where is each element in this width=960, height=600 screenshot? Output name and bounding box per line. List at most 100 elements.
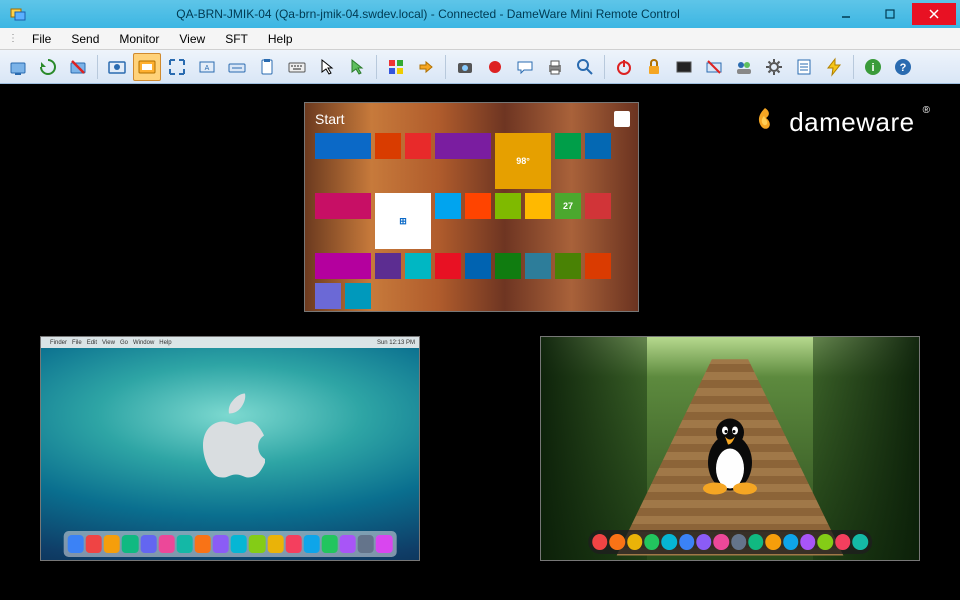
start-tile: ⊞	[375, 193, 431, 249]
dock-item-icon	[140, 535, 156, 553]
start-tile	[315, 193, 371, 219]
menu-monitor[interactable]: Monitor	[111, 30, 167, 48]
toolbar-separator	[445, 55, 446, 79]
start-tile	[435, 133, 491, 159]
toolbar-chat-button[interactable]	[511, 53, 539, 81]
toolbar-blank-button[interactable]	[670, 53, 698, 81]
toolbar-sendkeys-button[interactable]	[223, 53, 251, 81]
menu-file[interactable]: File	[24, 30, 59, 48]
dock-item-icon	[322, 535, 338, 553]
dock-item-icon	[714, 534, 729, 550]
menu-sft[interactable]: SFT	[217, 30, 256, 48]
close-button[interactable]	[912, 3, 956, 25]
dock-item-icon	[267, 535, 283, 553]
toolbar-transfer-button[interactable]	[412, 53, 440, 81]
toolbar-refresh-button[interactable]	[34, 53, 62, 81]
windows-tiles: 98°⊞27	[315, 133, 628, 301]
toolbar-record-button[interactable]	[481, 53, 509, 81]
toolbar-power-button[interactable]	[610, 53, 638, 81]
toolbar-lock-button[interactable]	[640, 53, 668, 81]
dock-item-icon	[852, 534, 867, 550]
start-tile	[435, 253, 461, 279]
apple-logo-icon	[195, 394, 265, 481]
toolbar-fullscreen-button[interactable]	[133, 53, 161, 81]
dock-item-icon	[68, 535, 84, 553]
toolbar-zoom-button[interactable]	[571, 53, 599, 81]
toolbar-resolution-button[interactable]: A	[193, 53, 221, 81]
toolbar-print-button[interactable]	[541, 53, 569, 81]
toolbar-colorpicker-button[interactable]	[382, 53, 410, 81]
menu-send[interactable]: Send	[63, 30, 107, 48]
remote-view-area: dameware ® Start 98°⊞27 Finder File Edit…	[0, 84, 960, 600]
toolbar-keyboard-button[interactable]	[283, 53, 311, 81]
start-tile: 98°	[495, 133, 551, 189]
start-tile	[525, 193, 551, 219]
start-tile	[585, 193, 611, 219]
start-tile	[495, 193, 521, 219]
dock-item-icon	[195, 535, 211, 553]
menu-view[interactable]: View	[171, 30, 213, 48]
toolbar-disconnect-button[interactable]	[64, 53, 92, 81]
minimize-button[interactable]	[824, 3, 868, 25]
toolbar-pointer-button[interactable]	[343, 53, 371, 81]
start-tile	[585, 133, 611, 159]
toolbar-about-button[interactable]: i	[859, 53, 887, 81]
dock-item-icon	[835, 534, 850, 550]
svg-text:?: ?	[900, 62, 907, 74]
toolbar-fittowindow-button[interactable]	[163, 53, 191, 81]
start-tile	[315, 283, 341, 309]
dock-item-icon	[627, 534, 642, 550]
toolbar-connect-button[interactable]	[4, 53, 32, 81]
toolbar-help-button[interactable]: ?	[889, 53, 917, 81]
dock-item-icon	[376, 535, 392, 553]
start-tile	[585, 253, 611, 279]
toolbar-users-button[interactable]	[730, 53, 758, 81]
maximize-button[interactable]	[868, 3, 912, 25]
toolbar-separator	[604, 55, 605, 79]
dock-item-icon	[766, 534, 781, 550]
thumbnail-linux[interactable]	[540, 336, 920, 561]
toolbar-screenshot-button[interactable]	[451, 53, 479, 81]
toolbar: Ai?	[0, 50, 960, 84]
thumbnail-mac[interactable]: Finder File Edit View Go Window Help Sun…	[40, 336, 420, 561]
start-tile	[435, 193, 461, 219]
toolbar-viewonly-button[interactable]	[103, 53, 131, 81]
dock-item-icon	[158, 535, 174, 553]
dock-item-icon	[86, 535, 102, 553]
dock-item-icon	[122, 535, 138, 553]
brand-registered-icon: ®	[923, 105, 930, 116]
start-tile	[315, 133, 371, 159]
dock-item-icon	[748, 534, 763, 550]
toolbar-separator	[376, 55, 377, 79]
toolbar-properties-button[interactable]	[790, 53, 818, 81]
brand-logo: dameware ®	[749, 106, 930, 138]
menubar: ⋮ File Send Monitor View SFT Help	[0, 28, 960, 50]
toolbar-quickconnect-button[interactable]	[820, 53, 848, 81]
dock-item-icon	[358, 535, 374, 553]
dock-item-icon	[249, 535, 265, 553]
toolbar-cursor-button[interactable]	[313, 53, 341, 81]
start-tile	[345, 283, 371, 309]
brand-text: dameware	[789, 107, 914, 138]
toolbar-cad-button[interactable]	[700, 53, 728, 81]
dock-item-icon	[679, 534, 694, 550]
toolbar-clipboard-in-button[interactable]	[253, 53, 281, 81]
brand-flame-icon	[749, 106, 781, 138]
start-tile	[465, 193, 491, 219]
svg-text:A: A	[205, 65, 210, 72]
start-tile	[555, 253, 581, 279]
dock-item-icon	[644, 534, 659, 550]
dock-item-icon	[177, 535, 193, 553]
windows-start-label: Start	[315, 111, 345, 127]
linux-dock	[588, 530, 872, 554]
dock-item-icon	[662, 534, 677, 550]
start-tile	[405, 253, 431, 279]
dock-item-icon	[285, 535, 301, 553]
dock-item-icon	[340, 535, 356, 553]
dock-item-icon	[818, 534, 833, 550]
toolbar-settings-button[interactable]	[760, 53, 788, 81]
menu-help[interactable]: Help	[260, 30, 301, 48]
avatar-icon	[614, 111, 630, 127]
thumbnail-windows[interactable]: Start 98°⊞27	[304, 102, 639, 312]
titlebar: QA-BRN-JMIK-04 (Qa-brn-jmik-04.swdev.loc…	[0, 0, 960, 28]
